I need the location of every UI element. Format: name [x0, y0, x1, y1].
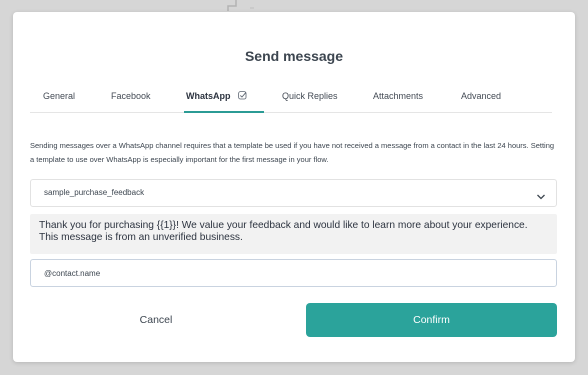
dialog-title: Send message [244, 48, 344, 64]
confirm-button[interactable]: Confirm [306, 303, 557, 337]
template-select-value: sample_purchase_feedback [44, 188, 145, 197]
template-variable-input[interactable] [30, 259, 557, 287]
tab-quick-replies[interactable]: Quick Replies [282, 91, 338, 113]
tab-label: Attachments [373, 91, 424, 101]
tab-label: Facebook [111, 91, 151, 101]
tab-facebook[interactable]: Facebook [111, 91, 151, 113]
tab-bar: General Facebook WhatsApp Quick Replies … [30, 91, 552, 113]
template-preview-text: Thank you for purchasing {{1}}! We value… [30, 214, 557, 254]
send-message-dialog: Send message General Facebook WhatsApp Q… [13, 12, 575, 362]
check-icon [238, 91, 247, 100]
tab-label: Advanced [461, 91, 502, 101]
template-select[interactable]: sample_purchase_feedback [30, 179, 557, 207]
tab-whatsapp[interactable]: WhatsApp [184, 91, 264, 113]
tab-label: General [43, 91, 76, 101]
tab-advanced[interactable]: Advanced [461, 91, 501, 113]
tab-attachments[interactable]: Attachments [373, 91, 423, 113]
tab-label: WhatsApp [186, 91, 231, 101]
tab-general[interactable]: General [43, 91, 75, 113]
whatsapp-template-description: Sending messages over a WhatsApp channel… [30, 141, 555, 164]
chevron-down-icon[interactable] [536, 189, 546, 200]
background-flow-connector [0, 0, 588, 12]
tab-label: Quick Replies [282, 91, 338, 101]
cancel-button[interactable]: Cancel [95, 303, 217, 337]
